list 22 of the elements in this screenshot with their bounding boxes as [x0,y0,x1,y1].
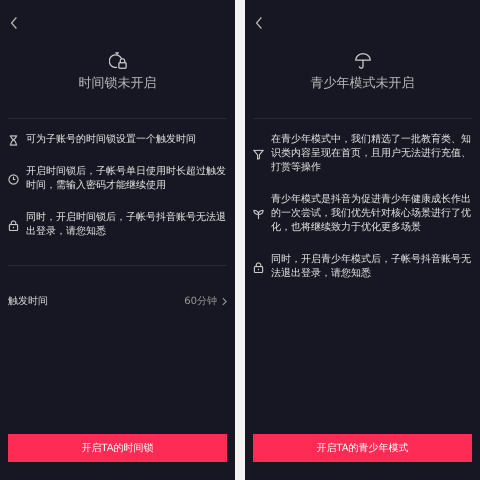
info-text: 青少年模式是抖音为促进青少年健康成长作出的一次尝试，我们优先针对核心场景进行了优化，也将继续致力于优化更多场景 [271,193,472,235]
status-title: 青少年模式未开启 [310,75,414,92]
umbrella-icon [354,52,372,70]
info-text: 开启时间锁后，子帐号单日使用时长超过触发时间，需输入密码才能继续使用 [26,165,227,193]
chevron-icon [222,296,227,306]
enable-button[interactable]: 开启TA的青少年模式 [253,434,472,462]
lock-icon [8,220,19,230]
back-icon[interactable] [255,16,263,30]
hourglass-icon [8,134,19,146]
clock-icon [8,174,19,184]
info-text: 可为子账号的时间锁设置一个触发时间 [26,133,196,147]
trigger-time-row[interactable]: 触发时间 60分钟 [8,294,227,308]
timer-lock-icon [108,52,126,70]
sprout-icon [253,208,264,220]
filter-icon [253,148,264,160]
back-icon[interactable] [10,16,18,30]
enable-button[interactable]: 开启TA的时间锁 [8,434,227,462]
info-text: 在青少年模式中，我们精选了一批教育类、知识类内容呈现在首页，且用户无法进行充值、打赏等操作 [271,133,472,175]
status-title: 时间锁未开启 [78,75,156,92]
lock-icon [253,262,264,272]
info-text: 同时，开启青少年模式后，子帐号抖音账号无法退出登录，请您知悉 [271,253,472,281]
info-text: 同时，开启时间锁后，子帐号抖音账号无法退出登录，请您知悉 [26,211,227,239]
